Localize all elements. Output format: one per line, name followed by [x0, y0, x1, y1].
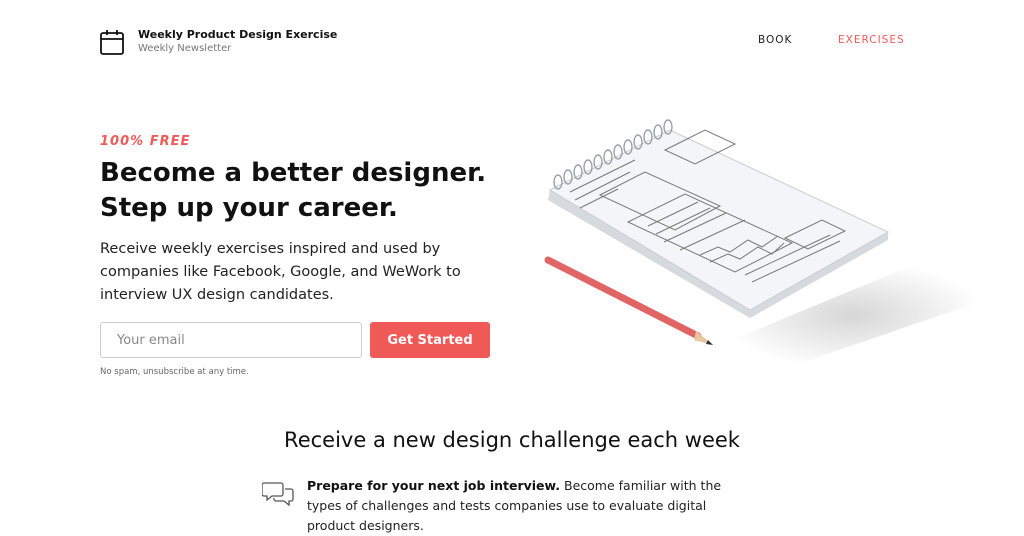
- hero-headline: Become a better designer. Step up your c…: [100, 156, 486, 226]
- hero-headline-line2: Step up your career.: [100, 193, 398, 223]
- feature-item-bold: Prepare for your next job interview.: [307, 478, 561, 493]
- nav-link-book[interactable]: BOOK: [758, 34, 792, 46]
- site-header: Weekly Product Design Exercise Weekly Ne…: [0, 0, 1024, 80]
- hero-headline-line1: Become a better designer.: [100, 158, 487, 188]
- feature-item: Prepare for your next job interview. Bec…: [307, 476, 747, 536]
- get-started-button[interactable]: Get Started: [370, 322, 490, 358]
- hero-lead: Receive weekly exercises inspired and us…: [100, 241, 461, 303]
- hero-eyebrow: 100% FREE: [100, 134, 191, 149]
- chat-bubbles-icon: [262, 482, 294, 507]
- section-heading: Receive a new design challenge each week: [284, 428, 740, 452]
- brand-title[interactable]: Weekly Product Design Exercise: [138, 28, 337, 41]
- fine-print: No spam, unsubscribe at any time.: [100, 367, 249, 377]
- calendar-icon[interactable]: [100, 29, 124, 55]
- nav-link-exercises[interactable]: EXERCISES: [838, 34, 905, 46]
- email-input[interactable]: [100, 322, 362, 358]
- notepad-illustration: [544, 119, 985, 370]
- brand-subtitle: Weekly Newsletter: [138, 43, 232, 54]
